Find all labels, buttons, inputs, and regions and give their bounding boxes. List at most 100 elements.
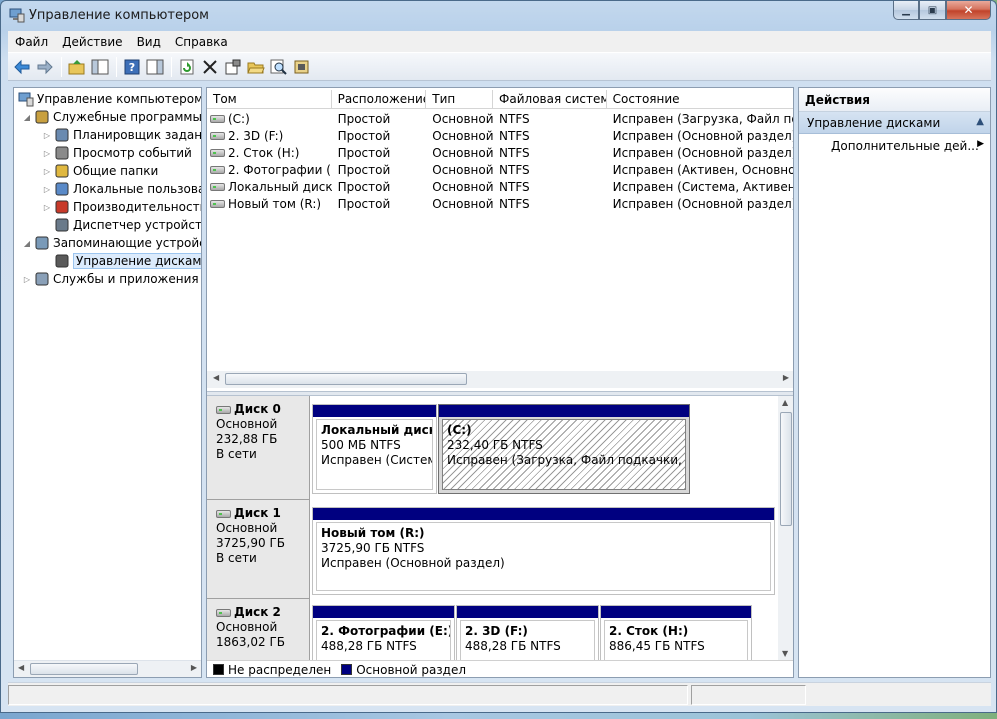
window-title: Управление компьютером bbox=[29, 8, 209, 23]
table-row[interactable]: Новый том (R:) Простой Основной NTFS Исправе… bbox=[207, 195, 793, 212]
scroll-right-icon[interactable]: ▶ bbox=[783, 373, 789, 382]
scroll-left-icon[interactable]: ◀ bbox=[213, 373, 219, 382]
column-header-status[interactable]: Состояние bbox=[607, 90, 793, 108]
help-button[interactable]: ? bbox=[121, 56, 143, 78]
scroll-down-icon[interactable]: ▼ bbox=[782, 649, 788, 658]
scroll-left-icon[interactable]: ◀ bbox=[18, 663, 24, 672]
tree-item[interactable]: ▷ Просмотр событий bbox=[42, 144, 192, 162]
tree-item[interactable]: ◢ Служебные программы bbox=[22, 108, 202, 126]
disk-row-2: Диск 2 Основной 1863,02 ГБ 2. Фотографии… bbox=[207, 599, 778, 660]
open-icon bbox=[247, 62, 265, 73]
maximize-button[interactable]: ▣ bbox=[919, 1, 946, 20]
expand-icon[interactable]: ▷ bbox=[42, 149, 52, 158]
disk-type: Основной bbox=[216, 521, 278, 535]
tree-item-label: Служебные программы bbox=[53, 110, 202, 124]
volume-icon bbox=[210, 183, 225, 191]
tree-item[interactable]: Диспетчер устройств bbox=[42, 216, 202, 234]
scroll-thumb[interactable] bbox=[780, 412, 792, 526]
tree-item[interactable]: Управление дисками bbox=[42, 252, 201, 270]
disk-size: 3725,90 ГБ bbox=[216, 536, 285, 550]
minimize-button[interactable]: ▁ bbox=[893, 1, 919, 20]
properties-button[interactable] bbox=[222, 56, 244, 78]
expand-icon[interactable]: ▷ bbox=[42, 185, 52, 194]
disk-info[interactable]: Диск 0 Основной 232,88 ГБ В сети bbox=[207, 396, 310, 500]
volume-list-horizontal-scrollbar[interactable]: ◀ ▶ bbox=[207, 371, 793, 388]
disk-info[interactable]: Диск 2 Основной 1863,02 ГБ bbox=[207, 599, 310, 660]
disk-status: В сети bbox=[216, 447, 257, 461]
tree-item[interactable]: ▷ Локальные пользовате bbox=[42, 180, 201, 198]
title-bar[interactable]: Управление компьютером ▁ ▣ ✕ bbox=[1, 1, 996, 30]
column-header-filesystem[interactable]: Файловая система bbox=[493, 90, 607, 108]
table-cell: NTFS bbox=[499, 128, 530, 143]
column-header-volume[interactable]: Том bbox=[207, 90, 332, 108]
disk-info[interactable]: Диск 1 Основной 3725,90 ГБ В сети bbox=[207, 500, 310, 599]
scroll-thumb[interactable] bbox=[225, 373, 467, 385]
table-row[interactable]: 2. 3D (F:) Простой Основной NTFS Исправен (О… bbox=[207, 127, 793, 144]
disk-map-vertical-scrollbar[interactable]: ▲ ▼ bbox=[778, 396, 793, 660]
table-cell: 2. Сток (H:) bbox=[207, 146, 332, 160]
tree-root[interactable]: Управление компьютером (л bbox=[16, 90, 201, 108]
table-cell: Простой bbox=[337, 145, 391, 160]
expand-icon[interactable]: ▷ bbox=[42, 131, 52, 140]
expand-icon[interactable]: ▷ bbox=[22, 275, 32, 284]
tree-horizontal-scrollbar[interactable]: ◀ ▶ bbox=[14, 660, 201, 677]
volume-name: 2. Сток (H:) bbox=[228, 145, 300, 160]
toolbar-separator bbox=[116, 56, 117, 77]
partition-r[interactable]: Новый том (R:) 3725,90 ГБ NTFS Исправен … bbox=[312, 507, 775, 595]
collapse-icon[interactable]: ◢ bbox=[22, 239, 32, 248]
up-folder-button[interactable] bbox=[66, 56, 88, 78]
tree-item[interactable]: ▷ Службы и приложения bbox=[22, 270, 199, 288]
table-row[interactable]: (C:) Простой Основной NTFS Исправен (Загрузк… bbox=[207, 110, 793, 127]
column-header-layout[interactable]: Расположение bbox=[332, 90, 427, 108]
menu-file[interactable]: Файл bbox=[8, 35, 55, 49]
tree-item[interactable]: ▷ Общие папки bbox=[42, 162, 158, 180]
actions-more-item[interactable]: Дополнительные дей... ▶ bbox=[799, 134, 990, 156]
collapse-icon[interactable]: ▲ bbox=[976, 116, 984, 127]
refresh-button[interactable] bbox=[176, 56, 198, 78]
tree-item[interactable]: ◢ Запоминающие устройст bbox=[22, 234, 201, 252]
partition-system-reserved[interactable]: Локальный диск 500 МБ NTFS Исправен (Сис… bbox=[312, 404, 437, 494]
column-header-type[interactable]: Тип bbox=[426, 90, 494, 108]
actions-title: Действия bbox=[799, 88, 990, 112]
table-row[interactable]: 2. Сток (H:) Простой Основной NTFS Исправен … bbox=[207, 144, 793, 161]
delete-button[interactable] bbox=[199, 56, 221, 78]
expand-icon[interactable]: ▷ bbox=[42, 203, 52, 212]
navigation-tree[interactable]: Управление компьютером (л ◢ Служебные про… bbox=[13, 87, 202, 678]
partition-body: (C:) 232,40 ГБ NTFS Исправен (Загрузка, … bbox=[442, 419, 686, 490]
show-hide-tree-button[interactable] bbox=[89, 56, 111, 78]
menu-action[interactable]: Действие bbox=[55, 35, 129, 49]
settings-button[interactable] bbox=[291, 56, 313, 78]
table-row[interactable]: Локальный диск Простой Основной NTFS Исправе… bbox=[207, 178, 793, 195]
scroll-right-icon[interactable]: ▶ bbox=[191, 663, 197, 672]
scroll-thumb[interactable] bbox=[30, 663, 138, 675]
menu-view[interactable]: Вид bbox=[130, 35, 168, 49]
forward-button[interactable] bbox=[34, 56, 56, 78]
partition-f[interactable]: 2. 3D (F:) 488,28 ГБ NTFS bbox=[456, 605, 599, 660]
toolbar: ? bbox=[8, 52, 991, 81]
tree-item-label: Локальные пользовате bbox=[73, 182, 201, 196]
menu-help[interactable]: Справка bbox=[168, 35, 235, 49]
partition-e[interactable]: 2. Фотографии (E:) 488,28 ГБ NTFS bbox=[312, 605, 455, 660]
show-hide-action-button[interactable] bbox=[144, 56, 166, 78]
actions-more-label: Дополнительные дей... bbox=[831, 139, 979, 153]
close-button[interactable]: ✕ bbox=[946, 1, 991, 20]
collapse-icon[interactable]: ◢ bbox=[22, 113, 32, 122]
tree-item[interactable]: ▷ Производительность bbox=[42, 198, 201, 216]
actions-section-disk-management[interactable]: Управление дисками ▲ bbox=[799, 112, 990, 134]
search-button[interactable] bbox=[268, 56, 290, 78]
tree-item-label: Диспетчер устройств bbox=[73, 218, 202, 232]
partition-h[interactable]: 2. Сток (H:) 886,45 ГБ NTFS bbox=[600, 605, 752, 660]
tree-item-label: Управление дисками bbox=[73, 253, 201, 269]
partition-c[interactable]: (C:) 232,40 ГБ NTFS Исправен (Загрузка, … bbox=[438, 404, 690, 494]
disk-name: Диск 1 bbox=[216, 506, 309, 521]
expand-icon[interactable]: ▷ bbox=[42, 167, 52, 176]
table-row[interactable]: 2. Фотографии (E:) Простой Основной NTFS Исп… bbox=[207, 161, 793, 178]
back-button[interactable] bbox=[11, 56, 33, 78]
table-cell: Основной bbox=[432, 128, 494, 143]
scroll-up-icon[interactable]: ▲ bbox=[782, 398, 788, 407]
disk-size: 1863,02 ГБ bbox=[216, 635, 285, 649]
app-window: Управление компьютером ▁ ▣ ✕ Файл Действ… bbox=[0, 0, 997, 713]
partition-size: 488,28 ГБ NTFS bbox=[465, 639, 561, 653]
tree-item[interactable]: ▷ Планировщик заданий bbox=[42, 126, 201, 144]
open-button[interactable] bbox=[245, 56, 267, 78]
